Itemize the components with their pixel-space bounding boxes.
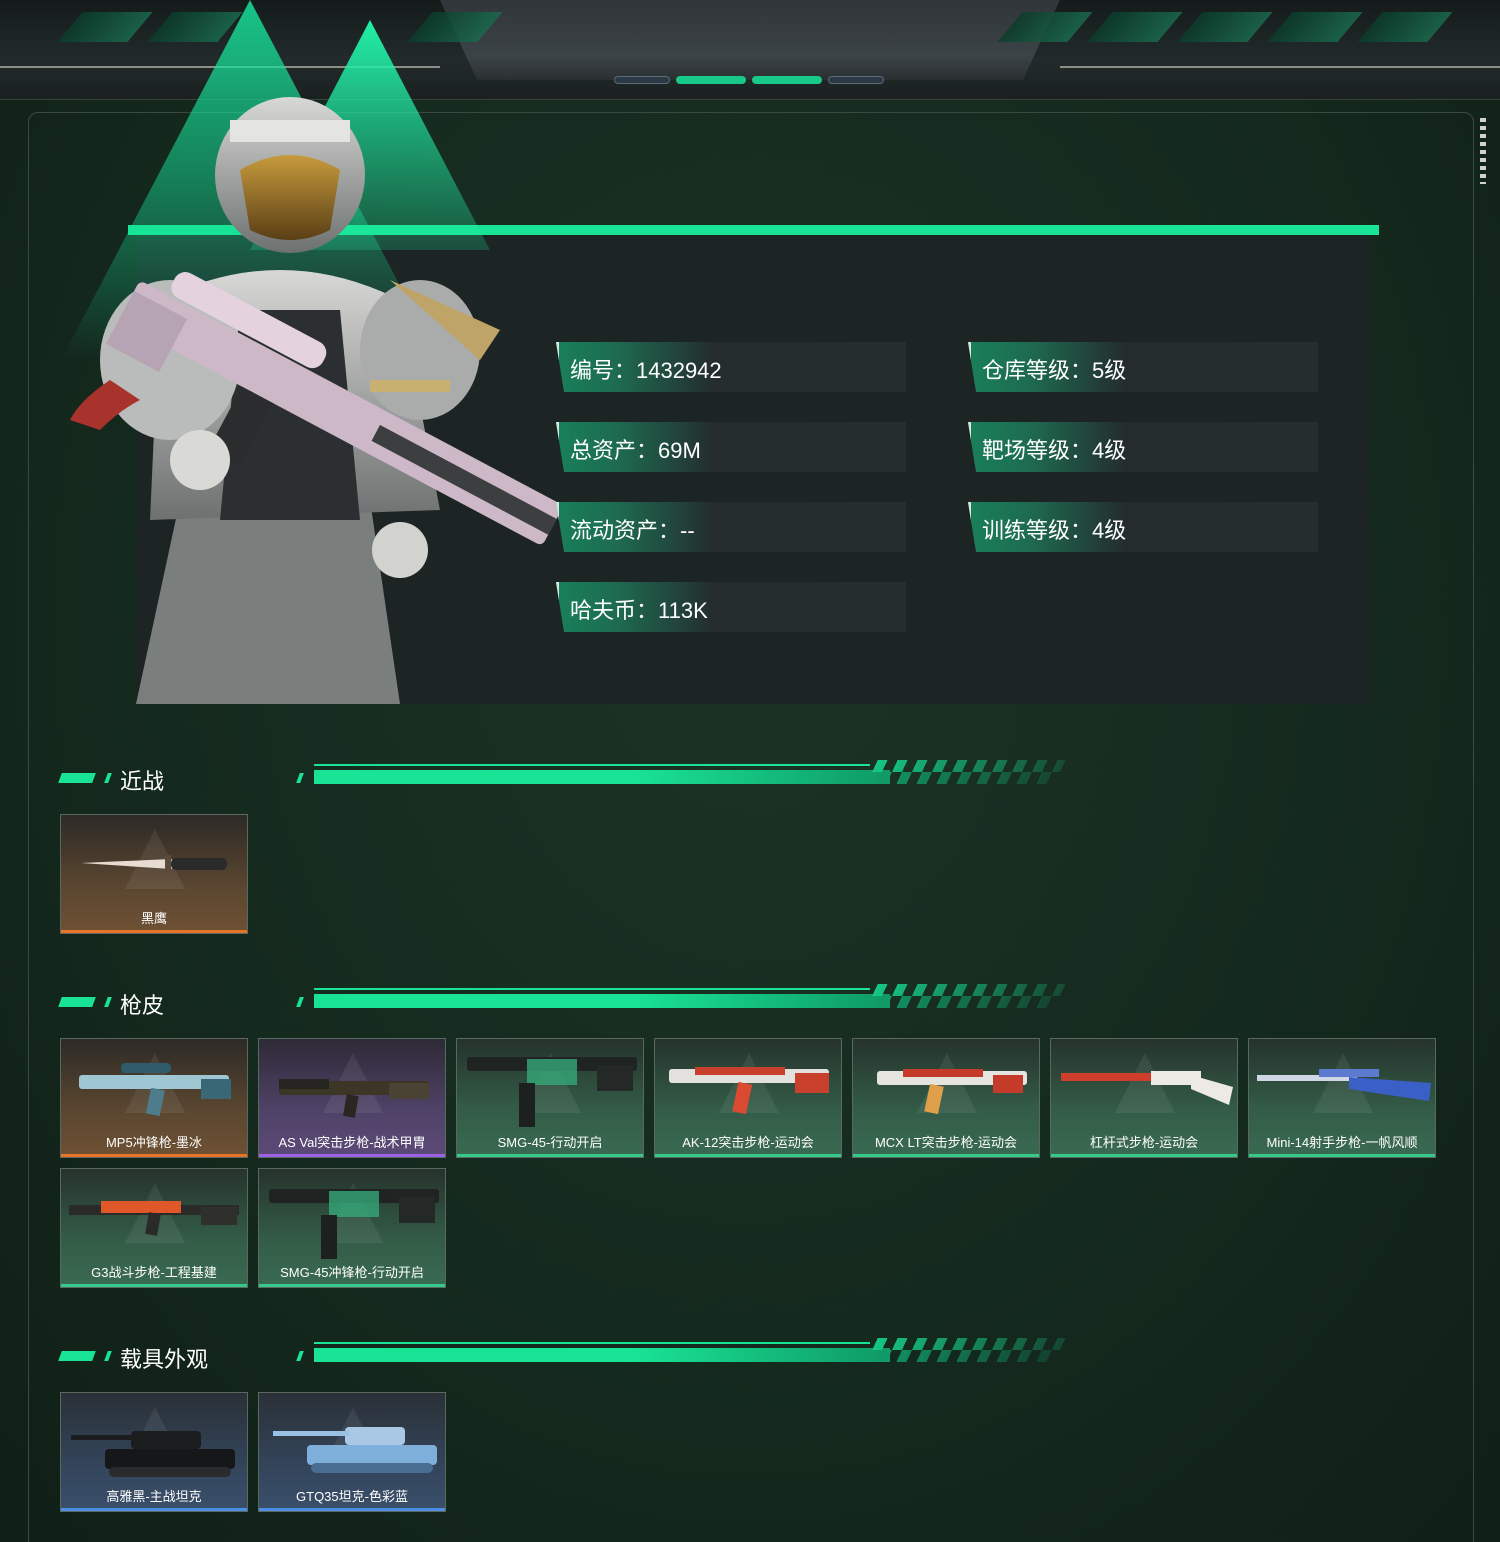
item-name: 杠杆式步枪-运动会	[1089, 1135, 1199, 1150]
item-card-gun-skin[interactable]: 杠杆式步枪-运动会	[1050, 1038, 1238, 1158]
section-thin-line	[314, 764, 870, 766]
header-pill	[614, 76, 670, 84]
stat-training-level-text: 训练等级：4级	[982, 518, 1127, 543]
section-marker	[58, 997, 96, 1007]
section-marker	[58, 1351, 96, 1361]
section-header-gun-skins: 枪皮	[58, 984, 1066, 1020]
rarity-line	[61, 1508, 247, 1511]
section-title-vehicles: 载具外观	[120, 1347, 209, 1372]
stat-liquid-assets: 流动资产：--	[556, 502, 906, 552]
item-name: MP5冲锋枪-墨冰	[105, 1135, 203, 1150]
section-thin-line	[314, 1342, 870, 1344]
item-name: AS Val突击步枪-战术甲胄	[278, 1135, 426, 1150]
rarity-line	[61, 1154, 247, 1157]
stat-warehouse-level-text: 仓库等级：5级	[982, 358, 1127, 383]
section-checker-pattern	[866, 984, 1066, 1008]
header-pill-active	[752, 76, 822, 84]
header-stripe	[57, 12, 153, 42]
section-tick	[296, 1351, 304, 1361]
header-pill-active	[676, 76, 746, 84]
section-checker-pattern	[866, 760, 1066, 784]
header-center-plate	[440, 0, 1060, 80]
stat-player-id-text: 编号：1432942	[570, 358, 722, 383]
section-checker-pattern	[866, 1338, 1066, 1362]
section-divider-bar	[314, 994, 890, 1008]
section-title-gun-skins: 枪皮	[120, 993, 165, 1018]
header-stripe	[147, 12, 243, 42]
header-pill	[828, 76, 884, 84]
stat-total-assets-text: 总资产：69M	[570, 438, 701, 463]
section-tick	[296, 773, 304, 783]
header-stripe	[1267, 12, 1363, 42]
item-name: AK-12突击步枪-运动会	[682, 1135, 814, 1150]
rarity-line	[457, 1154, 643, 1157]
stat-haf-coin-text: 哈夫币：113K	[570, 598, 708, 623]
section-marker	[104, 1351, 112, 1361]
stat-liquid-assets-text: 流动资产：--	[570, 518, 695, 543]
item-name: SMG-45-行动开启	[497, 1135, 603, 1150]
stat-training-level: 训练等级：4级	[968, 502, 1318, 552]
header-stripe	[1357, 12, 1453, 42]
section-thin-line	[314, 988, 870, 990]
header-stripe	[1177, 12, 1273, 42]
section-marker	[104, 997, 112, 1007]
frame-dots	[1480, 118, 1486, 184]
section-tick	[296, 997, 304, 1007]
rarity-line	[61, 930, 247, 933]
item-card-gun-skin[interactable]: SMG-45-行动开启	[456, 1038, 644, 1158]
rarity-line	[259, 1508, 445, 1511]
rarity-line	[1051, 1154, 1237, 1157]
section-title-melee: 近战	[120, 769, 165, 794]
item-name: GTQ35坦克-色彩蓝	[296, 1489, 408, 1504]
item-card-gun-skin[interactable]: SMG-45冲锋枪-行动开启	[258, 1168, 446, 1288]
item-name: MCX LT突击步枪-运动会	[874, 1135, 1018, 1150]
rarity-line	[61, 1284, 247, 1287]
item-card-gun-skin[interactable]: AS Val突击步枪-战术甲胄	[258, 1038, 446, 1158]
item-name: SMG-45冲锋枪-行动开启	[280, 1265, 424, 1280]
stat-player-id: 编号：1432942	[556, 342, 906, 392]
stat-range-level-text: 靶场等级：4级	[982, 438, 1127, 463]
stat-warehouse-level: 仓库等级：5级	[968, 342, 1318, 392]
item-name: 高雅黑-主战坦克	[106, 1489, 202, 1504]
item-card-vehicle[interactable]: 高雅黑-主战坦克	[60, 1392, 248, 1512]
header-stripe	[1087, 12, 1183, 42]
item-card-gun-skin[interactable]: Mini-14射手步枪-一帆风顺	[1248, 1038, 1436, 1158]
section-divider-bar	[314, 770, 890, 784]
section-divider-bar	[314, 1348, 890, 1362]
item-card-gun-skin[interactable]: AK-12突击步枪-运动会	[654, 1038, 842, 1158]
stat-range-level: 靶场等级：4级	[968, 422, 1318, 472]
stat-haf-coin: 哈夫币：113K	[556, 582, 906, 632]
rarity-line	[1249, 1154, 1435, 1157]
rarity-line	[655, 1154, 841, 1157]
operator-portrait	[70, 97, 562, 704]
item-card-gun-skin[interactable]: G3战斗步枪-工程基建	[60, 1168, 248, 1288]
stat-total-assets: 总资产：69M	[556, 422, 906, 472]
section-header-vehicles: 载具外观	[58, 1338, 1066, 1374]
item-card-gun-skin[interactable]: MP5冲锋枪-墨冰	[60, 1038, 248, 1158]
rarity-line	[259, 1154, 445, 1157]
item-name: Mini-14射手步枪-一帆风顺	[1266, 1135, 1418, 1150]
item-name: G3战斗步枪-工程基建	[91, 1265, 217, 1280]
section-marker	[58, 773, 96, 783]
item-card-gun-skin[interactable]: MCX LT突击步枪-运动会	[852, 1038, 1040, 1158]
section-marker	[104, 773, 112, 783]
header-rail	[1060, 66, 1500, 68]
item-card-melee[interactable]: 黑鹰	[60, 814, 248, 934]
item-name: 黑鹰	[140, 911, 167, 926]
rarity-line	[853, 1154, 1039, 1157]
section-header-melee: 近战	[58, 760, 1066, 796]
item-card-vehicle[interactable]: GTQ35坦克-色彩蓝	[258, 1392, 446, 1512]
rarity-line	[259, 1284, 445, 1287]
